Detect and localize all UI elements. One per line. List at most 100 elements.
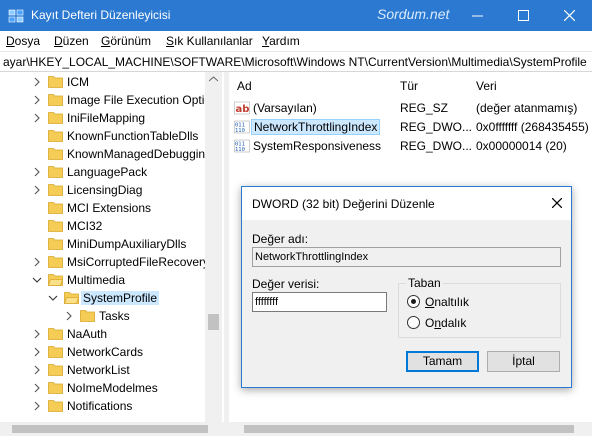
address-bar[interactable]: ayar\HKEY_LOCAL_MACHINE\SOFTWARE\Microso… xyxy=(0,51,592,72)
value-name: NetworkThrottlingIndex xyxy=(251,119,381,135)
svg-text:110: 110 xyxy=(235,128,245,134)
radio-label-rest: naltılık xyxy=(434,295,470,309)
tree-item[interactable]: IniFileMapping xyxy=(0,109,205,127)
edit-dword-dialog: DWORD (32 bit) Değerini Düzenle Değer ad… xyxy=(241,186,572,388)
close-button[interactable] xyxy=(546,0,592,31)
radio-decimal[interactable]: Ondalık xyxy=(407,314,547,330)
tree-hscroll-thumb[interactable] xyxy=(12,425,208,433)
tree-vertical-scrollbar[interactable] xyxy=(205,72,222,422)
chevron-right-icon[interactable] xyxy=(32,76,42,88)
radio-circle xyxy=(407,316,420,329)
menu-accel: D xyxy=(54,34,63,48)
address-path: ayar\HKEY_LOCAL_MACHINE\SOFTWARE\Microso… xyxy=(3,55,587,69)
watermark-text: Sordum.net xyxy=(377,6,450,22)
tree-item[interactable]: NoImeModelmes xyxy=(0,379,205,397)
menu-gorunum[interactable]: Görünüm xyxy=(101,34,151,48)
chevron-right-icon[interactable] xyxy=(32,256,42,268)
value-data: (değer atanmamış) xyxy=(476,101,578,115)
tree-item[interactable]: Image File Execution Optic xyxy=(0,91,210,109)
key-tree[interactable]: ICM Image File Execution Optic IniFileMapp… xyxy=(0,72,224,422)
tree-item-label: NaAuth xyxy=(67,327,108,341)
folder-icon xyxy=(48,202,63,214)
ok-button[interactable]: Tamam xyxy=(406,351,479,372)
menu-dosya[interactable]: Dosya xyxy=(6,34,40,48)
tree-item-label: IniFileMapping xyxy=(67,111,146,125)
minimize-button[interactable] xyxy=(454,0,500,31)
tree-item[interactable]: KnownManagedDebuggin xyxy=(0,145,205,163)
tree-item[interactable]: ICM xyxy=(0,73,205,91)
tree-item-label: LanguagePack xyxy=(67,165,148,179)
tree-item[interactable]: Multimedia xyxy=(0,271,205,289)
tree-item[interactable]: NetworkCards xyxy=(0,343,205,361)
tree-item[interactable]: MsiCorruptedFileRecovery xyxy=(0,253,209,271)
value-data-field[interactable]: ffffffff xyxy=(252,292,387,312)
chevron-right-icon[interactable] xyxy=(32,400,42,412)
chevron-right-icon[interactable] xyxy=(32,112,42,124)
maximize-icon xyxy=(517,10,529,21)
menu-rest: örünüm xyxy=(110,34,152,48)
title-bar: Kayıt Defteri Düzenleyicisi Sordum.net xyxy=(0,0,592,31)
radio-label-rest: dalık xyxy=(441,316,467,330)
minimize-icon xyxy=(471,15,483,17)
maximize-button[interactable] xyxy=(500,0,546,31)
tree-item-label: MCI Extensions xyxy=(67,201,152,215)
tree-item-label: NoImeModelmes xyxy=(67,381,158,395)
folder-icon xyxy=(48,76,63,88)
chevron-right-icon[interactable] xyxy=(32,364,42,376)
scroll-up-icon[interactable] xyxy=(209,76,218,82)
list-hscroll-thumb[interactable] xyxy=(244,425,574,433)
tree-item[interactable]: LicensingDiag xyxy=(0,181,205,199)
folder-icon xyxy=(64,292,79,304)
dialog-close-button[interactable] xyxy=(549,195,565,211)
chevron-right-icon[interactable] xyxy=(32,94,42,106)
chevron-right-icon[interactable] xyxy=(32,184,42,196)
value-data-label-text: Değer verisi: xyxy=(252,277,320,291)
tree-item-label: NetworkList xyxy=(67,363,130,377)
tree-item[interactable]: LanguagePack xyxy=(0,163,205,181)
tree-item[interactable]: NetworkList xyxy=(0,361,205,379)
column-type-header[interactable]: Tür xyxy=(400,79,418,93)
value-row[interactable]: 011 110 NetworkThrottlingIndex REG_DWO... 0x… xyxy=(229,118,592,137)
scroll-thumb[interactable] xyxy=(208,314,219,330)
tree-item-label: LicensingDiag xyxy=(67,183,143,197)
tree-item[interactable]: MCI32 xyxy=(0,217,205,235)
value-data-label: Değer verisi: xyxy=(252,277,319,291)
value-name-label: Değer adı: xyxy=(252,232,308,246)
tree-item[interactable]: Notifications xyxy=(0,397,205,415)
chevron-right-icon[interactable] xyxy=(32,382,42,394)
tree-item[interactable]: KnownFunctionTableDlls xyxy=(0,127,205,145)
menu-rest: ardım xyxy=(269,34,300,48)
chevron-down-icon[interactable] xyxy=(32,274,42,286)
tree-item[interactable]: NaAuth xyxy=(0,325,205,343)
tree-item[interactable]: Tasks xyxy=(0,307,205,325)
radio-dec-label: Ondalık xyxy=(425,316,466,330)
menu-sik-kullanilanlar[interactable]: Sık Kullanılanlar xyxy=(166,34,253,48)
folder-icon xyxy=(48,256,63,268)
chevron-right-icon[interactable] xyxy=(32,346,42,358)
horizontal-scrollbar[interactable] xyxy=(0,422,592,436)
tree-item[interactable]: MiniDumpAuxiliaryDlls xyxy=(0,235,205,253)
string-value-icon: ab xyxy=(234,101,250,115)
folder-icon xyxy=(48,238,63,250)
chevron-down-icon[interactable] xyxy=(48,292,58,304)
column-data-header[interactable]: Veri xyxy=(476,79,497,93)
regedit-icon xyxy=(8,9,24,23)
column-name-header[interactable]: Ad xyxy=(237,79,252,93)
radio-circle xyxy=(407,295,420,308)
menu-yardim[interactable]: Yardım xyxy=(262,34,300,48)
value-row[interactable]: 011 110 SystemResponsiveness REG_DWO... 0x00… xyxy=(229,137,592,156)
tree-item[interactable]: MCI Extensions xyxy=(0,199,205,217)
menu-rest: osya xyxy=(14,34,41,48)
chevron-right-icon[interactable] xyxy=(32,328,42,340)
tree-item[interactable]: SystemProfile xyxy=(0,289,205,307)
folder-icon xyxy=(48,274,63,286)
value-name-field[interactable]: NetworkThrottlingIndex xyxy=(252,247,561,267)
value-row[interactable]: ab (Varsayılan) REG_SZ (değer atanmamış) xyxy=(229,99,592,118)
chevron-right-icon[interactable] xyxy=(64,310,74,322)
base-group-legend: Taban xyxy=(406,276,443,290)
radio-hexadecimal[interactable]: Onaltılık xyxy=(407,293,547,309)
cancel-button[interactable]: İptal xyxy=(487,351,560,372)
tree-item-label: KnownFunctionTableDlls xyxy=(67,129,199,143)
chevron-right-icon[interactable] xyxy=(32,166,42,178)
menu-duzen[interactable]: Düzen xyxy=(54,34,89,48)
